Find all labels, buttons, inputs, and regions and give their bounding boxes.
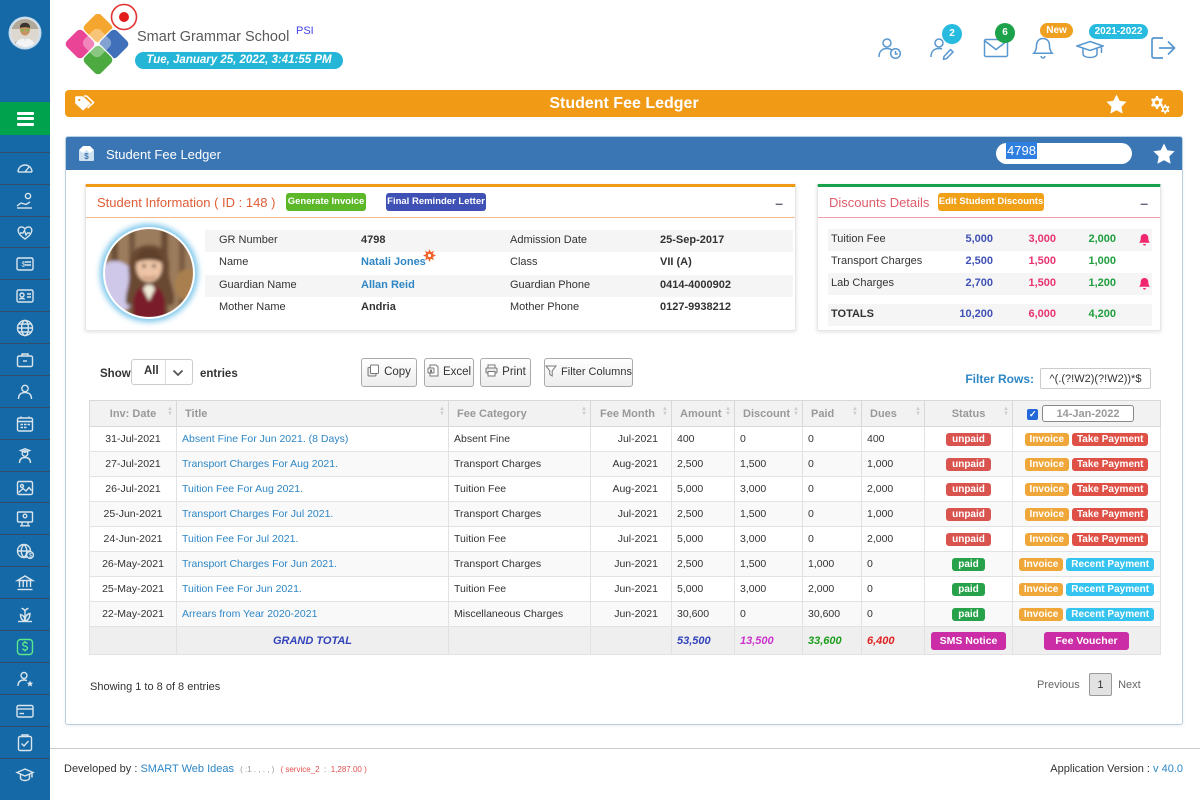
svg-text:$: $ <box>84 152 89 161</box>
svg-text:$: $ <box>29 552 33 559</box>
svg-text:$: $ <box>22 261 26 268</box>
